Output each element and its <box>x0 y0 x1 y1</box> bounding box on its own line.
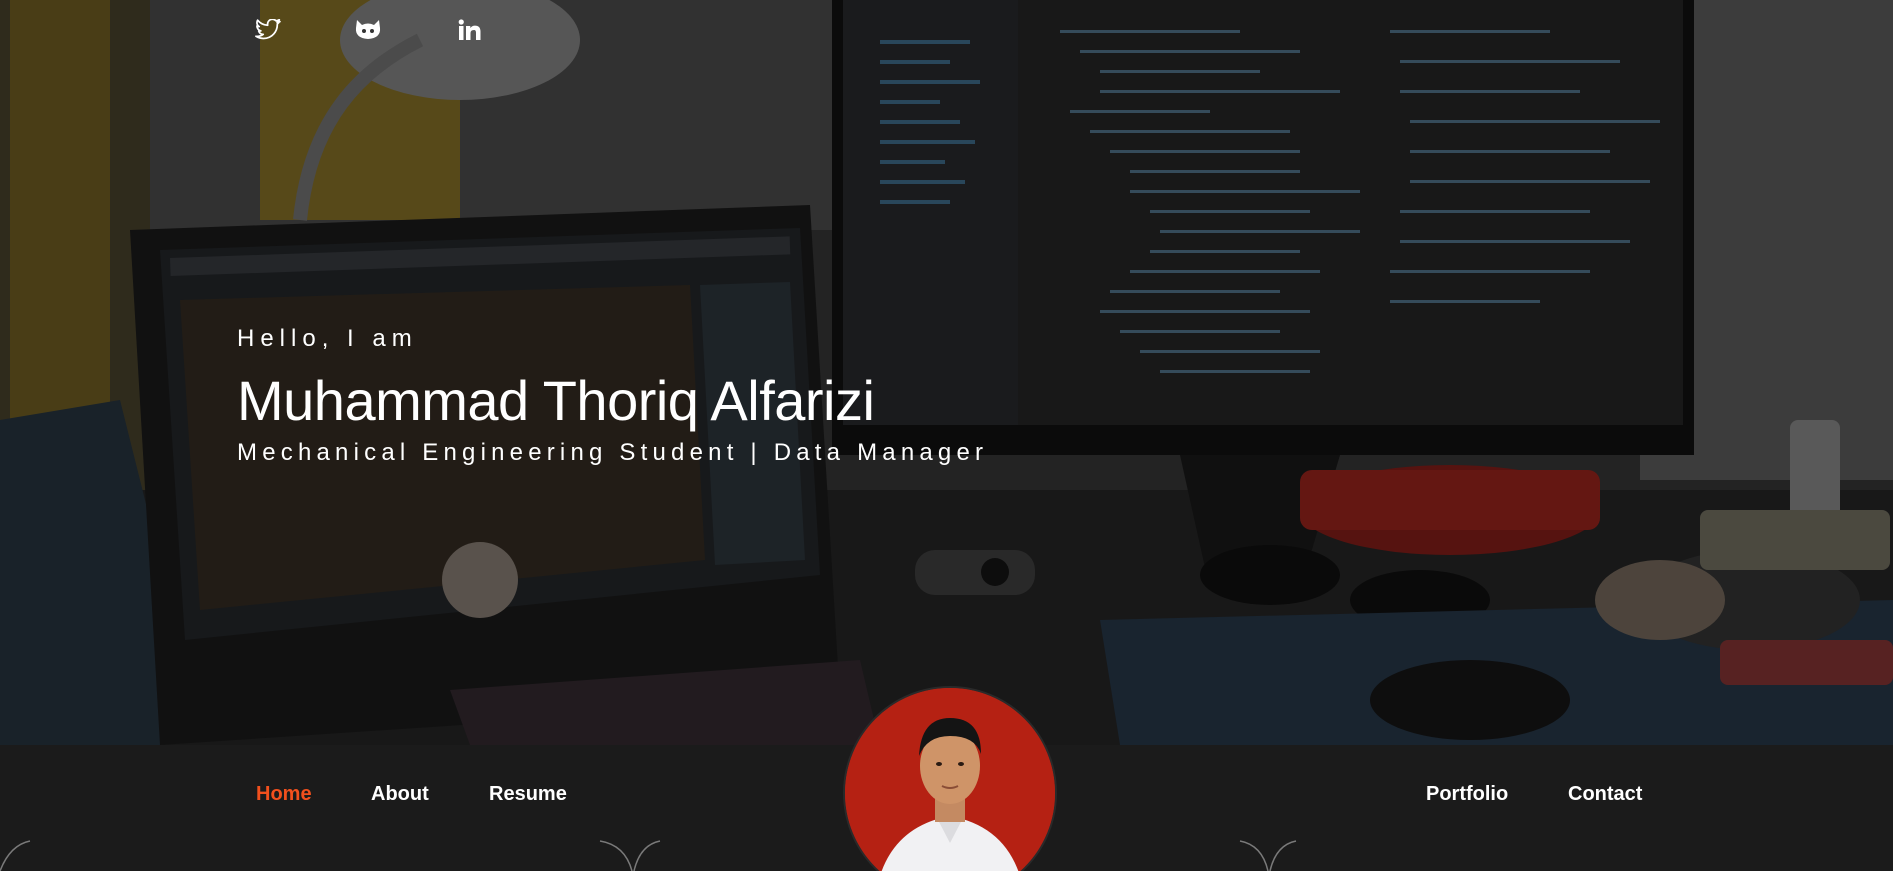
nav-contact[interactable]: Contact <box>1568 783 1642 806</box>
github-link[interactable] <box>352 14 384 46</box>
social-links <box>0 0 520 60</box>
nav-portfolio[interactable]: Portfolio <box>1426 783 1508 806</box>
hero-intro: Hello, I am Muhammad Thoriq Alfarizi Mec… <box>237 325 988 467</box>
hero-name: Muhammad Thoriq Alfarizi <box>237 369 875 432</box>
github-icon <box>355 20 381 39</box>
portfolio-page: Hello, I am Muhammad Thoriq Alfarizi Mec… <box>0 0 1893 871</box>
profile-photo <box>845 688 1055 871</box>
nav-resume[interactable]: Resume <box>489 783 567 806</box>
linkedin-icon <box>458 19 481 40</box>
linkedin-link[interactable] <box>454 14 486 46</box>
hero-section: Hello, I am Muhammad Thoriq Alfarizi Mec… <box>0 0 1893 745</box>
hero-tagline: Mechanical Engineering Student | Data Ma… <box>237 439 989 466</box>
twitter-link[interactable] <box>252 14 284 46</box>
twitter-icon <box>255 19 281 40</box>
nav-home[interactable]: Home <box>256 783 312 806</box>
greeting-text: Hello, I am <box>237 325 418 352</box>
nav-about[interactable]: About <box>371 783 429 806</box>
